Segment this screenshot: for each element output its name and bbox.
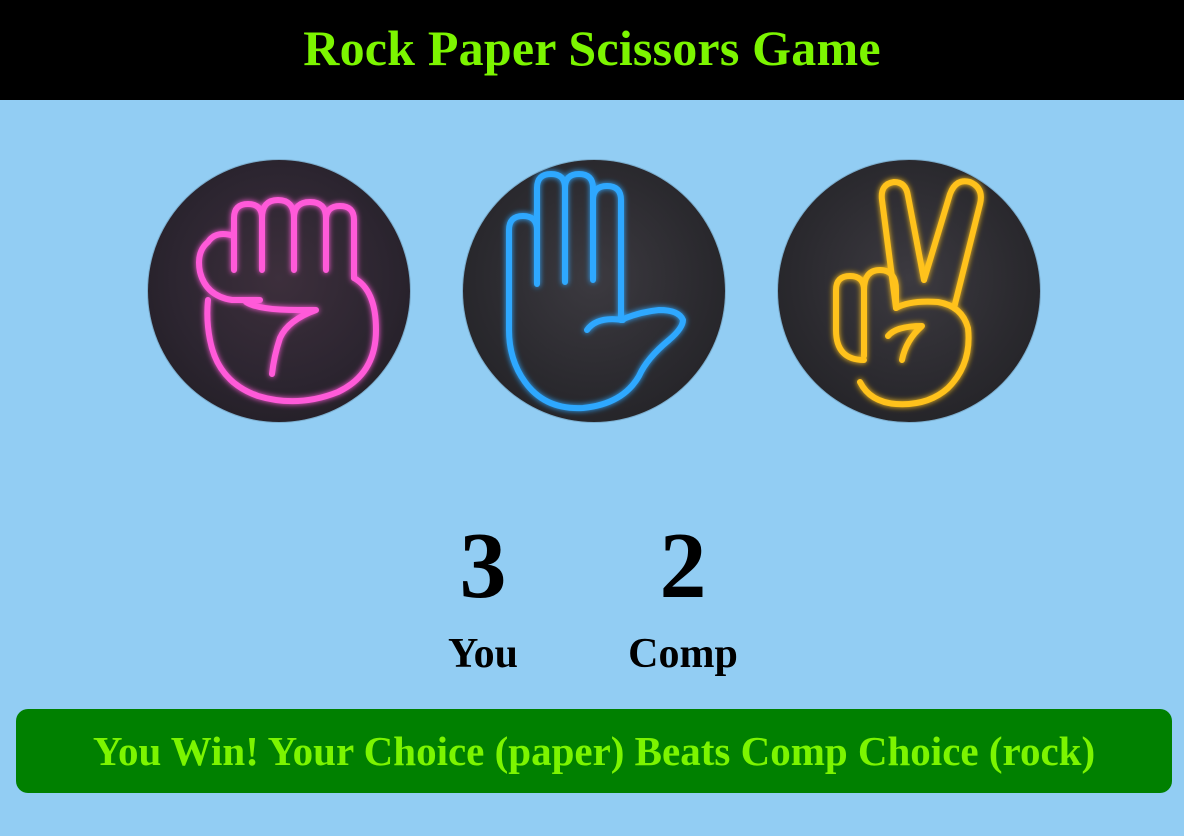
user-score: 3 You: [403, 518, 563, 680]
scissors-choice-button[interactable]: [778, 160, 1040, 422]
header-bar: Rock Paper Scissors Game: [0, 0, 1184, 100]
choices-container: [0, 160, 1184, 424]
scissors-v-sign-icon: [833, 178, 984, 408]
user-score-value: 3: [459, 514, 507, 618]
result-message: You Win! Your Choice (paper) Beats Comp …: [16, 709, 1172, 793]
rock-choice-button[interactable]: [148, 160, 410, 422]
rock-fist-icon: [196, 197, 379, 405]
score-board: 3 You 2 Comp: [0, 518, 1184, 678]
comp-score: 2 Comp: [603, 518, 763, 680]
user-score-label: You: [447, 631, 519, 677]
paper-choice-button[interactable]: [463, 160, 725, 422]
comp-score-label: Comp: [628, 631, 738, 677]
page-title: Rock Paper Scissors Game: [303, 20, 881, 76]
paper-hand-icon: [506, 171, 686, 412]
comp-score-value: 2: [659, 514, 707, 618]
